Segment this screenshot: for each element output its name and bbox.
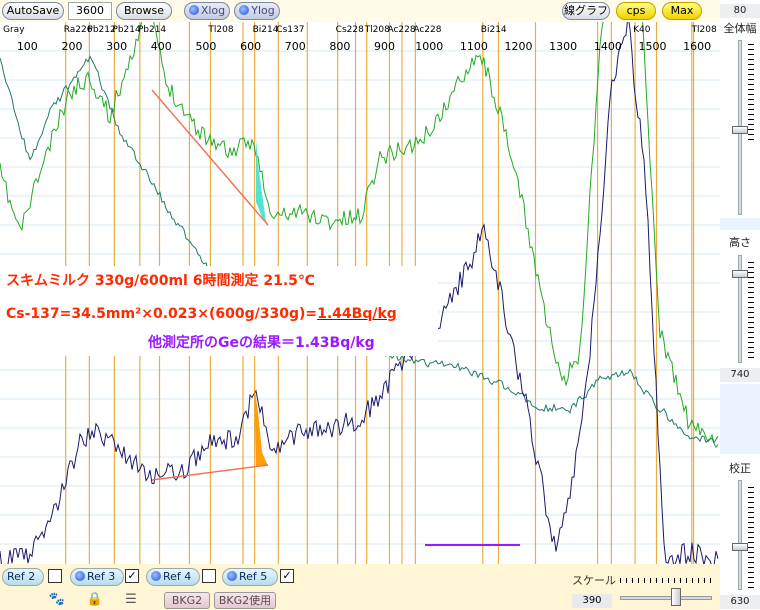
axis-tick-label: 200 xyxy=(61,40,82,53)
nuclide-label: Cs137 xyxy=(276,25,304,35)
axis-tick-label: 600 xyxy=(240,40,261,53)
ref3-label: Ref 3 xyxy=(87,570,116,583)
panel-divider xyxy=(720,218,760,230)
axis-tick-label: 1000 xyxy=(415,40,443,53)
bkg2-button[interactable]: BKG2 xyxy=(164,592,210,609)
calibration-value: 630 xyxy=(720,595,760,609)
ylog-label: Ylog xyxy=(251,4,275,17)
nuclide-labels: Gray Ra226Pb212Pb214Pb214 Tl208 Bi214Cs137 C… xyxy=(3,25,717,35)
ref2-button[interactable]: Ref 2 xyxy=(2,568,44,586)
nuclide-label: Bi214 xyxy=(253,25,279,35)
ref5-button[interactable]: Ref 5 xyxy=(222,568,278,586)
nuclide-label: Pb214 xyxy=(138,25,167,35)
nuclide-label: Gray xyxy=(3,25,25,35)
list-icon[interactable]: ☰ xyxy=(122,592,140,608)
ref4-label: Ref 4 xyxy=(163,570,192,583)
paw-icon[interactable]: 🐾 xyxy=(48,592,66,608)
measurement-annotation: スキムミルク 330g/600ml 6時間測定 21.5℃ Cs-137=34.… xyxy=(0,266,438,356)
axis-tick-label: 1600 xyxy=(683,40,711,53)
annotation-sample-line: スキムミルク 330g/600ml 6時間測定 21.5℃ xyxy=(6,273,315,289)
peak-area-fill-lower xyxy=(254,384,268,466)
annotation-result: 1.44Bq/kg xyxy=(317,306,397,322)
annotation-formula: Cs-137=34.5mm²×0.023×(600g/330g)= xyxy=(6,306,318,322)
radio-icon xyxy=(239,5,250,15)
spectrum-app: AutoSave 3600 Browse Xlog Ylog 線グラフ cps … xyxy=(0,0,760,610)
nuclide-label: Ac228 xyxy=(387,25,415,35)
full-scale-slider-thumb[interactable] xyxy=(732,126,748,134)
radio-icon xyxy=(227,571,237,581)
ref4-checkbox[interactable] xyxy=(202,569,216,583)
axis-tick-label: 800 xyxy=(329,40,350,53)
ref5-checkbox[interactable]: ✓ xyxy=(280,569,294,583)
calibration-slider-track[interactable] xyxy=(738,480,742,590)
scale-ticks xyxy=(620,578,712,583)
nuclide-label: Pb214 xyxy=(112,25,141,35)
annotation-calculation-line: Cs-137=34.5mm²×0.023×(600g/330g)=1.44Bq/… xyxy=(6,306,397,322)
green-spectrum-line xyxy=(0,22,719,449)
xlog-toggle[interactable]: Xlog xyxy=(184,2,230,20)
right-control-panel: 80 全体幅 高さ 740 校正 630 xyxy=(720,0,760,610)
lock-icon[interactable]: 🔒 xyxy=(86,592,104,608)
axis-tick-label: 1200 xyxy=(505,40,533,53)
radio-icon xyxy=(188,5,199,15)
top-toolbar: AutoSave 3600 Browse Xlog Ylog 線グラフ cps … xyxy=(0,0,760,22)
full-scale-ticks xyxy=(748,40,754,140)
axis-tick-label: 100 xyxy=(17,40,38,53)
xlog-label: Xlog xyxy=(200,4,226,17)
panel-divider xyxy=(720,384,760,454)
nuclide-label: Tl208 xyxy=(364,25,390,35)
height-ticks xyxy=(748,258,754,360)
nuclide-label: Bi214 xyxy=(481,25,507,35)
radio-icon xyxy=(151,571,161,581)
scale-value: 390 xyxy=(572,594,612,608)
axis-tick-label: 300 xyxy=(106,40,127,53)
annotation-reference-line: 他測定所のGeの結果＝1.43Bq/kg xyxy=(148,335,375,351)
nuclide-label: Tl208 xyxy=(691,25,717,35)
scale-label: スケール xyxy=(572,574,616,587)
ylog-toggle[interactable]: Ylog xyxy=(234,2,280,20)
top-value: 80 xyxy=(720,4,760,18)
scale-slider-thumb[interactable] xyxy=(671,588,681,606)
bottom-control-panel: Ref 2 Ref 3 ✓ Ref 4 Ref 5 ✓ 🐾 🔒 ☰ BKG2 B… xyxy=(0,564,720,610)
max-button[interactable]: Max xyxy=(662,2,702,20)
scale-slider-track[interactable] xyxy=(620,596,712,600)
axis-tick-label: 1300 xyxy=(549,40,577,53)
spectrum-plot[interactable]: 100 200 300 400 500 600 700 800 900 1000 1100 1200 1… xyxy=(0,22,720,564)
calibration-slider-thumb[interactable] xyxy=(732,543,748,551)
axis-tick-label: 1100 xyxy=(460,40,488,53)
cps-button[interactable]: cps xyxy=(616,2,656,20)
nuclide-label: Cs228 xyxy=(336,25,364,35)
bkg2-use-button[interactable]: BKG2使用 xyxy=(214,592,276,609)
axis-tick-label: 500 xyxy=(195,40,216,53)
ref4-button[interactable]: Ref 4 xyxy=(146,568,200,586)
full-scale-label: 全体幅 xyxy=(723,22,757,35)
ref3-checkbox[interactable]: ✓ xyxy=(125,569,139,583)
height-slider-thumb[interactable] xyxy=(732,270,748,278)
ref3-button[interactable]: Ref 3 xyxy=(70,568,124,586)
line-graph-button[interactable]: 線グラフ xyxy=(562,2,610,20)
measurement-time-field[interactable]: 3600 xyxy=(68,2,112,20)
nuclide-label: Ac228 xyxy=(413,25,441,35)
axis-tick-label: 1500 xyxy=(638,40,666,53)
browse-button[interactable]: Browse xyxy=(116,2,172,20)
axis-tick-label: 1400 xyxy=(594,40,622,53)
ref2-checkbox[interactable] xyxy=(48,569,62,583)
nuclide-label: Tl208 xyxy=(207,25,233,35)
axis-tick-label: 900 xyxy=(374,40,395,53)
calibration-ticks xyxy=(748,483,754,588)
ref5-label: Ref 5 xyxy=(239,570,268,583)
radio-icon xyxy=(75,571,85,581)
axis-tick-label: 700 xyxy=(285,40,306,53)
nuclide-label: K40 xyxy=(633,25,651,35)
autosave-button[interactable]: AutoSave xyxy=(2,2,64,20)
ref2-label: Ref 2 xyxy=(7,570,36,583)
calibration-label: 校正 xyxy=(729,462,751,475)
height-value: 740 xyxy=(720,368,760,382)
height-label: 高さ xyxy=(729,236,751,249)
axis-tick-label: 400 xyxy=(151,40,172,53)
